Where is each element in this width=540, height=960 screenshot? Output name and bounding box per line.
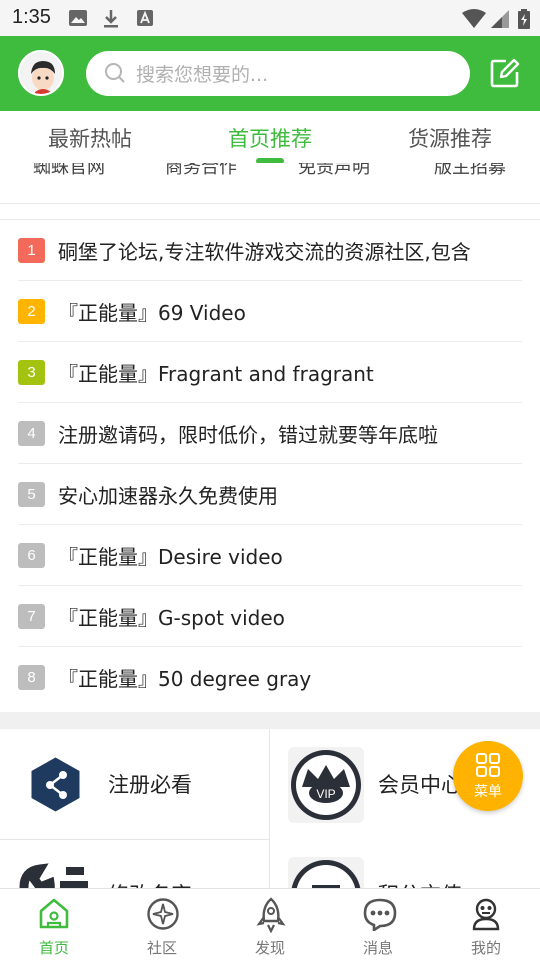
post-title: 注册邀请码，限时低价，错过就要等年底啦 [58,423,438,447]
post-title: 『正能量』69 Video [58,301,246,325]
feature-grid: 注册必看 VIP 会员中心 修改名字 积分充值 [0,729,540,889]
section-gap [0,712,540,729]
tab-latest[interactable]: 最新热帖 [15,123,165,153]
rank-badge: 1 [18,238,45,263]
bottom-nav: 首页 社区 发现 消息 我的 [0,888,540,960]
grid-item-label: 注册必看 [108,773,192,797]
vip-crown-icon: VIP [288,747,364,823]
grid-menu-icon [476,753,500,777]
rank-badge: 8 [18,665,45,690]
search-icon [105,63,125,83]
rank-badge: 3 [18,360,45,385]
post-title: 『正能量』Fragrant and fragrant [58,362,374,386]
list-item[interactable]: 2 『正能量』69 Video [18,281,522,342]
menu-fab-label: 菜单 [474,784,502,800]
status-bar: 1:35 [0,0,540,36]
post-title: 『正能量』50 degree gray [58,667,312,691]
app-header: 搜索您想要的... [0,36,540,111]
nav-messages[interactable]: 消息 [324,889,432,960]
search-placeholder: 搜索您想要的... [136,64,269,86]
list-item[interactable]: 7 『正能量』G-spot video [18,586,522,647]
tab-recommended[interactable]: 首页推荐 [195,123,345,153]
nav-home[interactable]: 首页 [0,889,108,960]
signal-icon [491,10,509,28]
grid-item-register-guide[interactable]: 注册必看 [0,729,270,839]
profile-icon [472,898,500,931]
list-item[interactable]: 6 『正能量』Desire video [18,525,522,586]
nav-discover[interactable]: 发现 [216,889,324,960]
nav-community[interactable]: 社区 [108,889,216,960]
nav-label: 我的 [470,939,501,957]
link-business[interactable]: 商务合作 [165,163,237,177]
chat-icon [363,898,397,931]
nav-profile[interactable]: 我的 [432,889,540,960]
gallery-icon [69,10,87,26]
post-title: 『正能量』G-spot video [58,606,285,630]
list-item[interactable]: 1 硐堡了论坛,专注软件游戏交流的资源社区,包含 [18,220,522,281]
divider [0,203,540,204]
svg-text:VIP: VIP [316,787,335,801]
link-official-site[interactable]: 蜘蛛官网 [33,163,105,177]
menu-fab[interactable]: 菜单 [453,741,523,811]
rank-badge: 6 [18,543,45,568]
battery-icon [518,9,530,29]
download-icon [104,10,118,28]
list-item[interactable]: 3 『正能量』Fragrant and fragrant [18,342,522,403]
post-title: 安心加速器永久免费使用 [58,484,278,508]
nav-label: 首页 [38,939,69,957]
wifi-icon [462,9,486,28]
wrench-icon [19,863,88,889]
search-input[interactable]: 搜索您想要的... [86,51,470,96]
tab-supply[interactable]: 货源推荐 [375,123,525,153]
post-title: 硐堡了论坛,专注软件游戏交流的资源社区,包含 [58,240,471,264]
list-item[interactable]: 4 注册邀请码，限时低价，错过就要等年底啦 [18,403,522,464]
link-moderator[interactable]: 版主招募 [434,163,506,177]
recharge-icon [288,857,364,889]
quick-links-row: 蜘蛛官网 商务合作 免责声明 版主招募 [0,163,540,177]
post-title: 『正能量』Desire video [58,545,283,569]
status-time: 1:35 [12,6,51,28]
list-item[interactable]: 5 安心加速器永久免费使用 [18,464,522,525]
link-disclaimer[interactable]: 免责声明 [298,163,370,177]
grid-item-label: 会员中心 [378,773,462,797]
rank-badge: 5 [18,482,45,507]
nav-label: 发现 [254,939,285,957]
nav-label: 消息 [362,939,393,957]
share-hexagon-icon [31,757,80,812]
avatar[interactable] [18,50,64,96]
rocket-icon [256,897,286,933]
community-icon [147,898,179,930]
a-icon [137,10,153,26]
grid-item-recharge[interactable]: 积分充值 [270,839,540,889]
edit-post-icon[interactable] [490,58,520,88]
rank-badge: 2 [18,299,45,324]
top-tabs: 最新热帖 首页推荐 货源推荐 [0,111,540,164]
nav-label: 社区 [146,939,177,957]
rank-badge: 7 [18,604,45,629]
rank-badge: 4 [18,421,45,446]
avatar-face-icon [22,54,62,94]
home-icon [39,898,69,929]
list-item[interactable]: 8 『正能量』50 degree gray [18,647,522,708]
grid-item-rename[interactable]: 修改名字 [0,839,270,889]
